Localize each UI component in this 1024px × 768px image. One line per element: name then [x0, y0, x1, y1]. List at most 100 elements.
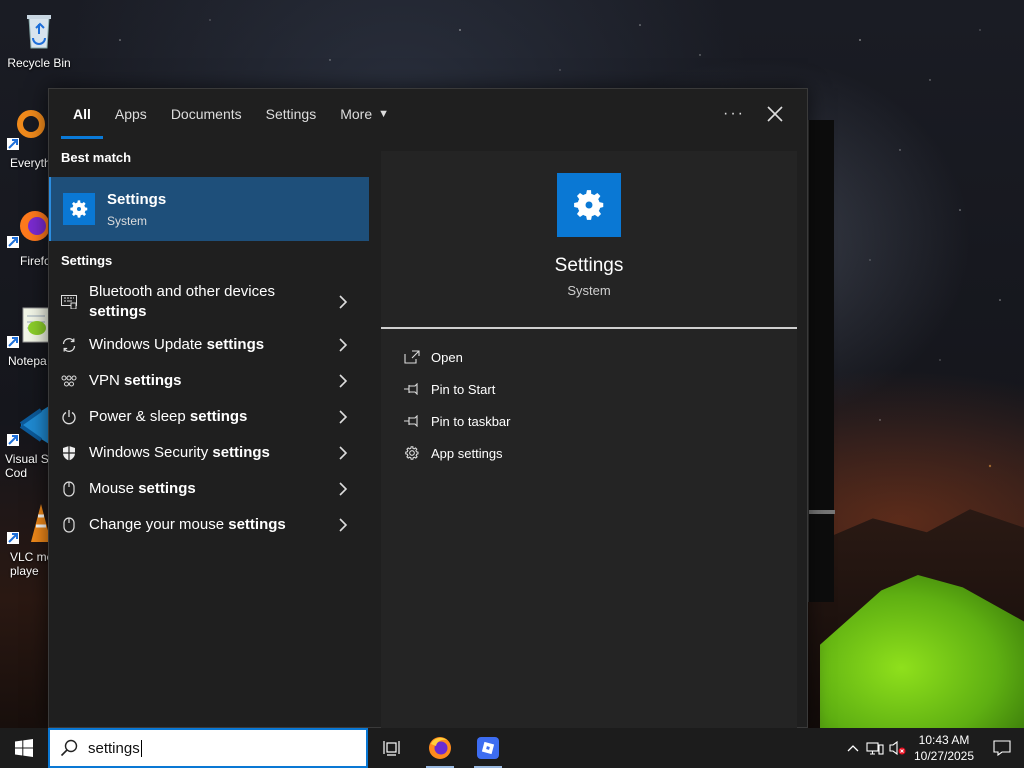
best-match-heading: Best match [61, 149, 132, 165]
tab-label: Apps [114, 106, 147, 122]
tab-label: Settings [265, 106, 317, 122]
result-text-bold: settings [212, 444, 270, 461]
preview-pane: Settings System Open Pin to Start Pin to… [381, 151, 797, 729]
pin-icon [403, 381, 421, 397]
chevron-up-icon[interactable] [842, 728, 864, 768]
result-mouse-settings[interactable]: Mouse settings [49, 471, 369, 507]
desktop-icon-label: Notepa [8, 354, 47, 368]
shield-icon [61, 445, 77, 461]
result-text: Change your mouse [89, 516, 229, 533]
search-flyout: All Apps Documents Settings More ▼ ··· B… [48, 88, 808, 729]
result-text-bold: settings [124, 372, 182, 389]
system-tray: 10:43 AM 10/27/2025 [842, 728, 1024, 768]
preview-subtitle: System [567, 283, 611, 298]
tab-all[interactable]: All [61, 89, 103, 139]
desktop-icon-vscode[interactable]: Visual St Cod [0, 404, 54, 480]
result-text: Mouse [89, 480, 139, 497]
clock-time: 10:43 AM [918, 733, 970, 747]
result-text: Power & sleep [89, 408, 190, 425]
result-bluetooth-settings[interactable]: Bluetooth and other devices settings [49, 277, 369, 327]
result-power-sleep-settings[interactable]: Power & sleep settings [49, 399, 369, 435]
action-label: App settings [431, 445, 503, 461]
chevron-right-icon [339, 446, 348, 460]
gear-icon [63, 193, 95, 225]
chevron-right-icon [339, 518, 348, 532]
action-pin-to-taskbar[interactable]: Pin to taskbar [381, 405, 797, 437]
chevron-right-icon [339, 482, 348, 496]
taskbar: settings 10:43 AM 10/27/2025 [0, 728, 1024, 768]
more-dots-icon[interactable]: ··· [723, 105, 745, 123]
desktop-icon-everything[interactable]: Everyth [0, 108, 54, 170]
volume-muted-icon[interactable] [886, 728, 908, 768]
open-icon [403, 349, 421, 365]
result-text: Windows Update [89, 336, 207, 353]
result-text-bold: settings [89, 303, 147, 320]
desktop-icon-firefox[interactable]: Firefo [0, 206, 54, 268]
desktop-icon-vlc[interactable]: VLC me playe [0, 502, 54, 578]
taskbar-app-button[interactable] [464, 728, 512, 768]
action-label: Pin to Start [431, 381, 496, 397]
search-filter-bar: All Apps Documents Settings More ▼ ··· [49, 89, 807, 139]
vlc-cone-icon [5, 502, 51, 546]
result-text-bold: settings [206, 336, 265, 353]
preview-actions: Open Pin to Start Pin to taskbar App set… [381, 329, 797, 469]
tab-documents[interactable]: Documents [159, 89, 254, 139]
tab-apps[interactable]: Apps [103, 89, 159, 139]
chevron-right-icon [339, 374, 348, 388]
firefox-icon [429, 737, 451, 759]
action-app-settings[interactable]: App settings [381, 437, 797, 469]
vscode-icon [5, 404, 49, 448]
desktop-icon-notepad[interactable]: Notepa [0, 306, 54, 368]
action-open[interactable]: Open [381, 341, 797, 373]
result-text-bold: settings [138, 480, 196, 497]
everything-search-icon [5, 108, 49, 152]
desktop-icon-label: Firefo [20, 254, 51, 268]
gear-icon [557, 173, 621, 237]
action-label: Pin to taskbar [431, 413, 511, 429]
start-button[interactable] [0, 728, 48, 768]
network-icon[interactable] [864, 728, 886, 768]
desktop-icon-label: Visual St Cod [5, 452, 53, 480]
taskbar-firefox-button[interactable] [416, 728, 464, 768]
result-windows-security-settings[interactable]: Windows Security settings [49, 435, 369, 471]
tab-label: All [73, 106, 91, 122]
clock[interactable]: 10:43 AM 10/27/2025 [908, 732, 980, 764]
close-icon[interactable] [763, 102, 787, 126]
background-window [808, 120, 835, 602]
action-center-button[interactable] [980, 728, 1024, 768]
settings-heading: Settings [61, 252, 113, 268]
taskbar-search-input[interactable]: settings [48, 728, 368, 768]
chevron-right-icon [339, 338, 348, 352]
result-text-bold: settings [189, 408, 248, 425]
result-text: Bluetooth and other devices [89, 283, 275, 300]
task-view-icon [383, 741, 400, 756]
desktop-icon-label: VLC me playe [10, 550, 54, 578]
best-match-subtitle: System [107, 213, 148, 228]
result-change-mouse-settings[interactable]: Change your mouse settings [49, 507, 369, 543]
chevron-down-icon: ▼ [378, 108, 390, 120]
desktop-icon-recycle-bin[interactable]: Recycle Bin [3, 8, 75, 70]
notification-icon [993, 740, 1011, 756]
preview-title: Settings [554, 255, 624, 276]
search-icon [60, 739, 78, 757]
result-vpn-settings[interactable]: VPN settings [49, 363, 369, 399]
sync-icon [61, 337, 77, 353]
best-match-title: Settings [107, 190, 167, 208]
windows-logo-icon [15, 739, 33, 757]
result-windows-update-settings[interactable]: Windows Update settings [49, 327, 369, 363]
recycle-bin-icon [17, 8, 61, 52]
clock-date: 10/27/2025 [913, 749, 975, 763]
tab-more[interactable]: More ▼ [328, 89, 401, 139]
pin-icon [403, 413, 421, 429]
vpn-icon [61, 373, 77, 389]
tab-label: More [340, 106, 373, 122]
tab-settings[interactable]: Settings [254, 89, 329, 139]
desktop-icon-label: Recycle Bin [7, 56, 71, 70]
task-view-button[interactable] [368, 728, 416, 768]
power-icon [61, 409, 77, 425]
search-query-text: settings [88, 739, 142, 757]
preview-header: Settings System [381, 151, 797, 329]
action-pin-to-start[interactable]: Pin to Start [381, 373, 797, 405]
result-text: VPN [89, 372, 125, 389]
best-match-item[interactable]: Settings System [49, 177, 369, 241]
